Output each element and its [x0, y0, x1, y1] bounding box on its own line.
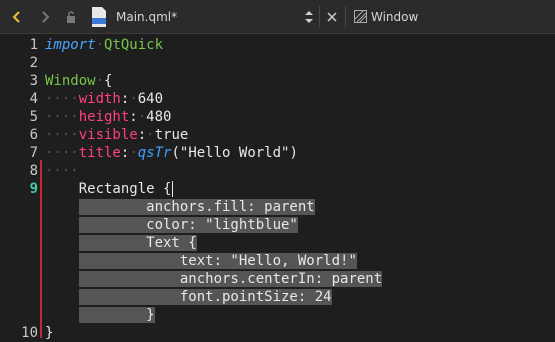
line-number: 5	[29, 109, 38, 125]
close-icon[interactable]	[321, 0, 343, 33]
change-marker	[40, 160, 42, 338]
back-icon[interactable]	[4, 0, 30, 33]
code-token: ····	[45, 127, 79, 143]
updown-icon[interactable]	[300, 0, 318, 33]
text-cursor	[172, 181, 174, 197]
code-text: ····title:·qsTr("Hello World")	[45, 144, 298, 162]
code-text: anchors.centerIn: parent	[45, 270, 383, 288]
code-token: ·	[129, 91, 138, 107]
code-token: ("Hello World")	[171, 145, 298, 161]
code-text: }	[45, 324, 53, 342]
code-token: }	[78, 307, 155, 323]
code-token: import	[45, 37, 96, 53]
line-number: 4	[29, 91, 38, 107]
code-token: ····	[45, 163, 79, 179]
code-token: QtQuick	[104, 37, 164, 53]
code-text: ····width:·640	[45, 90, 163, 108]
code-token: anchors.centerIn: parent	[78, 271, 383, 287]
lock-icon[interactable]	[60, 0, 82, 33]
code-token: qsTr	[137, 145, 172, 161]
code-text: ····visible:·true	[45, 126, 188, 144]
code-token: text: "Hello, World!"	[78, 253, 357, 269]
symbol-label[interactable]: Window	[371, 0, 451, 33]
code-token: {	[104, 73, 113, 89]
code-text: anchors.fill: parent	[45, 198, 315, 216]
line-number: 7	[29, 145, 38, 161]
code-token: :	[129, 109, 138, 125]
line-number: 10	[21, 325, 38, 341]
code-token: ·	[95, 73, 105, 89]
code-token: ·	[129, 145, 138, 161]
code-token: :	[137, 127, 147, 143]
line-number: 6	[29, 127, 38, 143]
code-editor[interactable]: 1 import·QtQuick 2 3 Window·{4 ····width:·640…	[0, 34, 555, 342]
code-text: font.pointSize: 24	[45, 288, 332, 306]
code-token: Rectangle {	[45, 181, 172, 197]
code-token: ·	[146, 127, 155, 143]
line-number: 3	[29, 73, 38, 89]
code-token: title	[78, 145, 121, 161]
code-token: font.pointSize: 24	[78, 289, 332, 305]
code-text: ····	[45, 162, 79, 180]
code-token: visible	[78, 127, 138, 143]
line-number: 1	[29, 37, 38, 53]
code-text: Rectangle {	[45, 180, 174, 198]
file-name[interactable]: Main.qml*	[116, 0, 316, 33]
file-icon	[88, 0, 110, 33]
code-text: }	[45, 306, 155, 324]
code-text: ····height:·480	[45, 108, 171, 126]
editor-toolbar: Main.qml* Window	[0, 0, 555, 34]
code-text: Window·{	[45, 72, 112, 90]
code-token: color: "lightblue"	[78, 217, 298, 233]
code-token: ····	[45, 109, 79, 125]
code-token: true	[154, 127, 189, 143]
code-token: 640	[137, 91, 164, 107]
line-number: 8	[29, 163, 38, 179]
code-text: Text {	[45, 234, 197, 252]
code-token: 480	[146, 109, 172, 125]
code-token: ····	[45, 145, 79, 161]
code-text: text: "Hello, World!"	[45, 252, 357, 270]
line-number: 2	[29, 55, 38, 71]
code-token: ····	[45, 91, 79, 107]
code-token: height	[78, 109, 130, 125]
code-token: anchors.fill: parent	[78, 199, 315, 215]
hash-icon	[352, 0, 368, 33]
forward-icon[interactable]	[32, 0, 58, 33]
code-text: color: "lightblue"	[45, 216, 298, 234]
code-token: Text {	[78, 235, 197, 251]
code-token: ·	[95, 37, 105, 53]
code-text: import·QtQuick	[45, 36, 163, 54]
code-token: width	[78, 91, 121, 107]
code-token: ·	[137, 109, 147, 125]
code-token: Window	[45, 73, 96, 89]
line-number: 9	[29, 181, 38, 197]
